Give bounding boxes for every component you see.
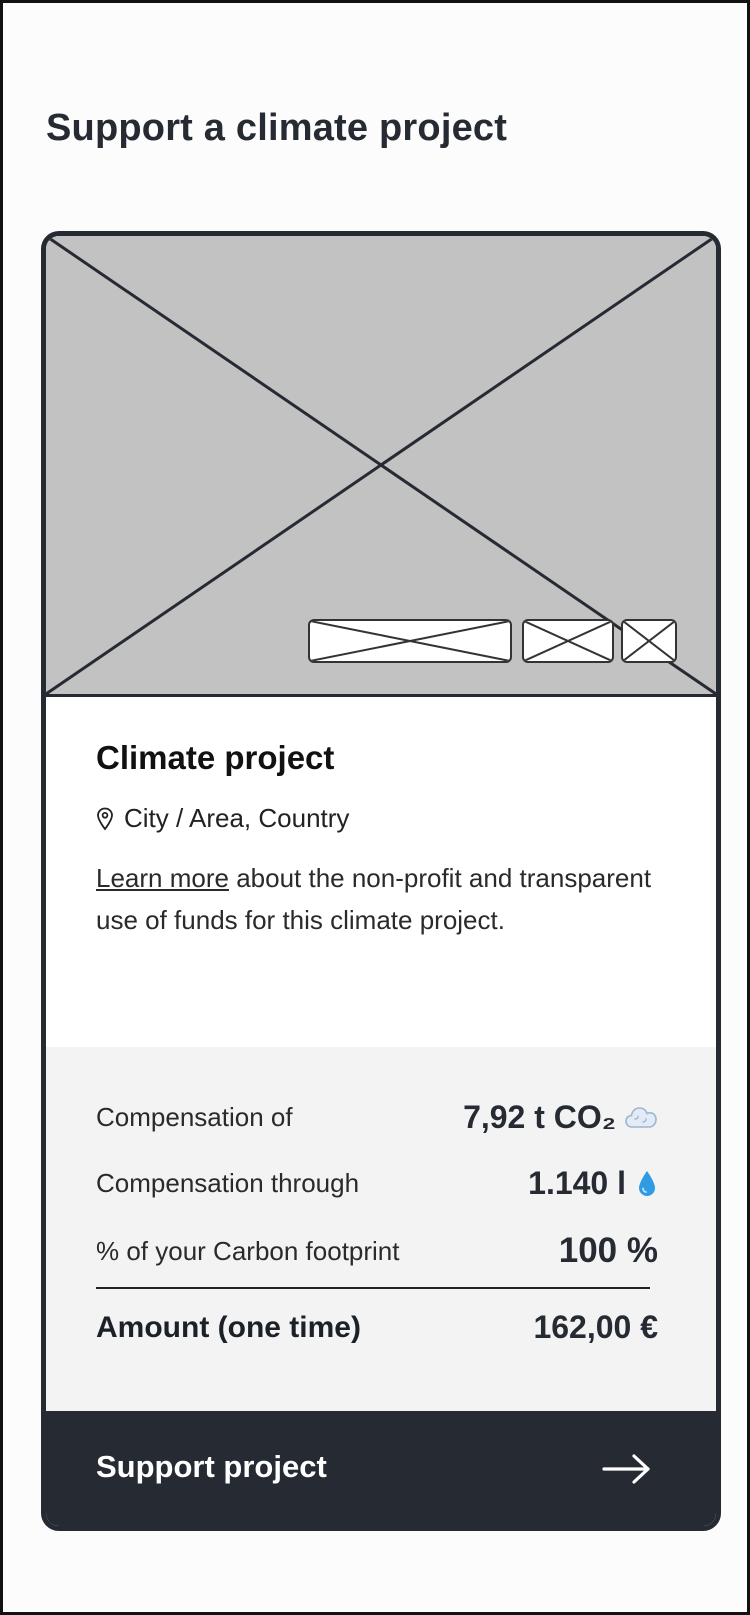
screen-frame: Support a climate project Climate projec… <box>0 0 750 1615</box>
project-info: Climate project City / Area, Country Lea… <box>46 697 716 1047</box>
arrow-right-icon <box>602 1454 650 1484</box>
location-pin-icon <box>97 807 113 830</box>
project-location: City / Area, Country <box>96 803 349 834</box>
cloud-icon <box>625 1106 657 1128</box>
learn-more-link[interactable]: Learn more <box>96 863 229 893</box>
detail-value: 7,92 t CO₂ <box>463 1099 658 1136</box>
detail-label: % of your Carbon footprint <box>96 1235 400 1266</box>
footprint-percent-value: 100 % <box>558 1231 658 1270</box>
location-text: City / Area, Country <box>124 803 350 833</box>
project-description: Learn more about the non-profit and tran… <box>96 857 656 941</box>
gallery-thumbnail[interactable] <box>308 619 512 663</box>
detail-label: Compensation through <box>96 1168 360 1198</box>
compensation-details: Compensation of 7,92 t CO₂ Compensation … <box>46 1047 716 1411</box>
total-label: Amount (one time) <box>96 1310 361 1344</box>
gallery-thumbnail[interactable] <box>522 619 614 663</box>
detail-row: Compensation through 1.140 l <box>96 1165 658 1202</box>
detail-row: Compensation of 7,92 t CO₂ <box>96 1099 658 1136</box>
co2-value: 7,92 t CO₂ <box>463 1099 616 1135</box>
detail-value: 1.140 l <box>528 1165 658 1202</box>
gallery-thumbnail[interactable] <box>621 619 677 663</box>
project-image-placeholder <box>46 236 716 697</box>
total-amount: 162,00 € <box>533 1309 658 1345</box>
water-value: 1.140 l <box>528 1165 626 1201</box>
detail-row: % of your Carbon footprint 100 % <box>96 1231 658 1271</box>
support-project-label: Support project <box>96 1449 327 1484</box>
page-title: Support a climate project <box>46 107 508 149</box>
support-project-button[interactable]: Support project <box>46 1411 716 1526</box>
water-drop-icon <box>639 1170 655 1196</box>
divider <box>96 1287 650 1289</box>
detail-label: Compensation of <box>96 1102 293 1132</box>
project-card: Climate project City / Area, Country Lea… <box>41 231 721 1531</box>
project-title: Climate project <box>96 739 335 776</box>
total-row: Amount (one time) 162,00 € <box>96 1309 658 1346</box>
